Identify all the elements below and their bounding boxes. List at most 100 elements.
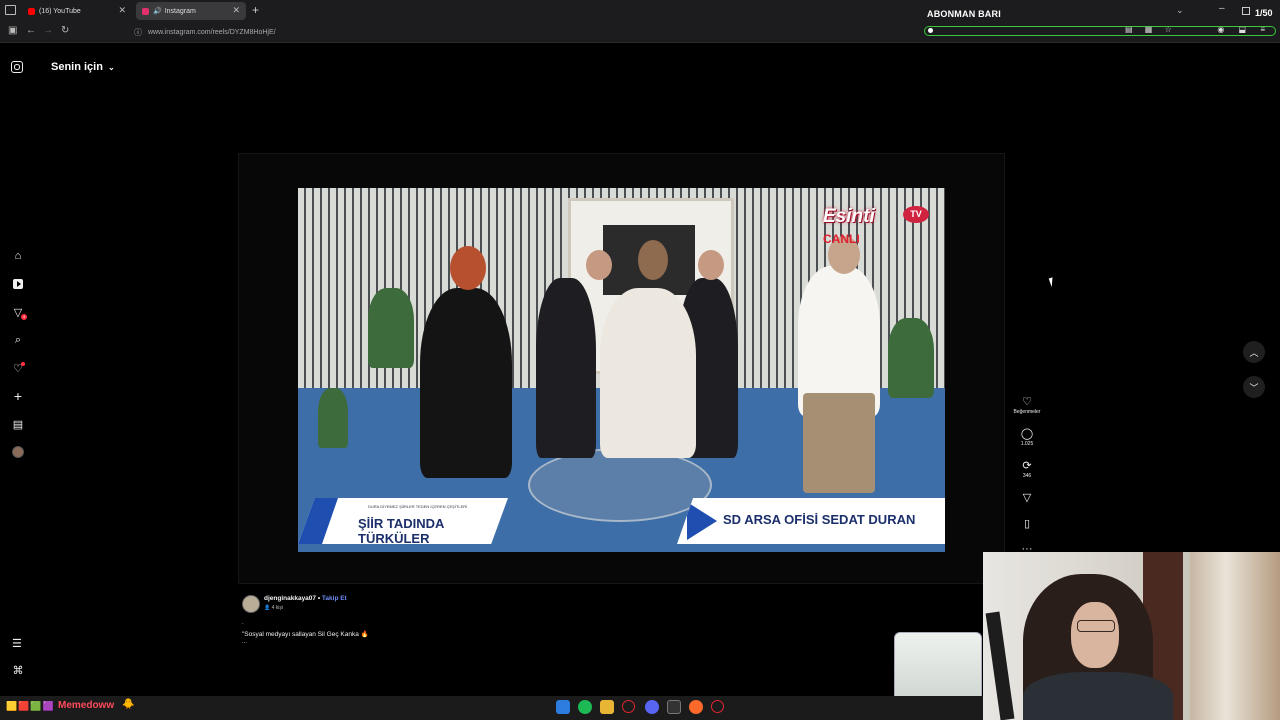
- chevron-up-icon: ︿: [1249, 347, 1259, 358]
- profile-avatar-icon[interactable]: [10, 444, 26, 460]
- audio-label: 4 kişi: [271, 605, 284, 611]
- dancer-white-dress: [600, 288, 696, 458]
- author-line: djenginakkaya07 • Takip Et: [264, 595, 347, 602]
- dancer: [536, 278, 596, 458]
- comment-count: 1.025: [1020, 441, 1034, 447]
- like-button[interactable]: ♡ Beğenmeler: [1010, 396, 1044, 415]
- repost-button[interactable]: ⟳ 346: [1016, 460, 1038, 479]
- reels-icon[interactable]: [10, 276, 26, 292]
- instagram-favicon-icon: [142, 7, 149, 15]
- file-explorer-icon[interactable]: [600, 700, 614, 714]
- tab-label: (16) YouTube: [39, 7, 81, 15]
- singer-head: [450, 246, 486, 290]
- threads-icon[interactable]: ⌘: [10, 662, 26, 678]
- dancer-head: [638, 240, 668, 280]
- plant: [888, 318, 934, 398]
- dancer-head: [698, 250, 724, 280]
- notification-dot: [21, 362, 25, 366]
- messages-icon[interactable]: ▽ 4: [10, 304, 27, 320]
- notification-badge: 4: [21, 314, 27, 320]
- notifications-icon[interactable]: ♡: [10, 360, 26, 376]
- firefox-icon[interactable]: [689, 700, 703, 714]
- dancer-trousers: [803, 393, 875, 493]
- audio-playing-icon[interactable]: 🔊: [153, 7, 162, 15]
- lower-third-arrow: [687, 502, 717, 540]
- search-icon[interactable]: ⌕: [10, 332, 26, 348]
- author-username[interactable]: djenginakkaya07: [264, 595, 316, 602]
- more-menu-icon[interactable]: ☰: [12, 637, 23, 650]
- instagram-logo-icon[interactable]: [11, 61, 23, 73]
- dashboard-icon[interactable]: ▤: [10, 416, 26, 432]
- reel-video[interactable]: Esinti TV CANLI DURA DİYEMEZ ŞİİRLER TED…: [298, 188, 945, 552]
- live-label: CANLI: [823, 232, 860, 246]
- forward-arrow-icon[interactable]: →: [43, 25, 53, 36]
- windows-start-icon[interactable]: [556, 700, 570, 714]
- post-caption: "Sosyal medyayı sallayan Sil Geç Kanka 🔥: [242, 631, 369, 638]
- previous-reel-button[interactable]: ︿: [1243, 341, 1265, 363]
- create-icon[interactable]: +: [10, 388, 26, 404]
- spotify-icon[interactable]: [578, 700, 592, 714]
- home-icon[interactable]: ⌂: [10, 248, 26, 264]
- repost-icon: ⟳: [1022, 460, 1032, 472]
- people-icon: 👤: [264, 605, 271, 611]
- lower-third-left: DURA DİYEMEZ ŞİİRLER TEDEN İÇEREN ÇEŞİTL…: [298, 498, 508, 544]
- webcam-overlay: [983, 552, 1280, 720]
- like-label: Beğenmeler: [1013, 409, 1041, 415]
- progress-indicator-dot: [928, 28, 933, 33]
- mouse-cursor-icon: [1048, 275, 1060, 288]
- channel-logo: Esinti TV CANLI: [815, 206, 935, 250]
- lower-third-sponsor: SD ARSA OFİSİ SEDAT DURAN: [723, 512, 916, 527]
- repost-count: 346: [1022, 473, 1032, 479]
- tab-youtube[interactable]: (16) YouTube ✕: [22, 2, 132, 20]
- chevron-down-icon[interactable]: ⌄: [1176, 5, 1184, 16]
- address-bar[interactable]: ⓘ www.instagram.com/reels/DYZM8HoHjE/: [134, 25, 914, 39]
- lower-third-subtitle: DURA DİYEMEZ ŞİİRLER TEDEN İÇEREN ÇEŞİTL…: [368, 504, 468, 509]
- sidebar-panel-icon[interactable]: ▣: [8, 25, 17, 36]
- abonman-label: ABONMAN BARI: [927, 9, 1001, 19]
- tab-instagram[interactable]: 🔊 Instagram ✕: [136, 2, 246, 20]
- sidebar-toggle-icon[interactable]: [5, 5, 16, 15]
- caption-more[interactable]: ...: [242, 639, 247, 645]
- chevron-down-icon: ﹀: [1249, 382, 1259, 393]
- feed-title: Senin için: [51, 61, 103, 73]
- maximize-window-icon[interactable]: [1242, 7, 1250, 15]
- plant: [368, 288, 414, 368]
- abonman-counter: 1/50: [1255, 8, 1273, 18]
- opera-gx-icon[interactable]: [711, 700, 724, 713]
- channel-logo-tv: TV: [903, 206, 929, 223]
- abonman-progress-bar: ▤ ▦ ☆ ◉ ⬓ ≡: [924, 25, 1276, 36]
- close-tab-icon[interactable]: ✕: [118, 5, 126, 16]
- new-tab-button[interactable]: +: [252, 3, 259, 17]
- follow-button[interactable]: Takip Et: [322, 595, 347, 602]
- reload-icon[interactable]: ↻: [61, 25, 69, 36]
- site-info-icon[interactable]: ⓘ: [134, 27, 142, 38]
- url-text: www.instagram.com/reels/DYZM8HoHjE/: [148, 28, 276, 36]
- singer: [420, 288, 512, 478]
- caption-prefix: .: [242, 620, 244, 626]
- feed-selector[interactable]: Senin için ⌄: [51, 61, 115, 73]
- lower-third-right: SD ARSA OFİSİ SEDAT DURAN: [677, 498, 945, 544]
- youtube-favicon-icon: [28, 7, 35, 15]
- share-button[interactable]: ▽: [1016, 492, 1038, 504]
- author-avatar[interactable]: [242, 595, 260, 613]
- back-arrow-icon[interactable]: ←: [26, 25, 36, 36]
- extension-icons[interactable]: ◉ ⬓ ≡: [1217, 25, 1271, 34]
- minimize-window-icon[interactable]: –: [1219, 3, 1225, 14]
- opera-icon[interactable]: [622, 700, 635, 713]
- avatar: [12, 446, 24, 458]
- discord-icon[interactable]: [645, 700, 659, 714]
- streamer-emoji: 🐥: [122, 699, 135, 710]
- terminal-icon[interactable]: [667, 700, 681, 714]
- plant: [318, 388, 348, 448]
- dancer-head: [586, 250, 612, 280]
- comment-icon: ◯: [1020, 428, 1034, 440]
- close-tab-icon[interactable]: ✕: [232, 5, 240, 16]
- save-button[interactable]: ▯: [1016, 518, 1038, 530]
- next-reel-button[interactable]: ﹀: [1243, 376, 1265, 398]
- comment-button[interactable]: ◯ 1.025: [1016, 428, 1038, 447]
- reader-icons[interactable]: ▤ ▦ ☆: [1125, 25, 1177, 34]
- tab-label: Instagram: [164, 7, 196, 15]
- audio-info[interactable]: 👤 4 kişi: [264, 605, 283, 611]
- streamer-name: Memedoww: [58, 700, 115, 711]
- heart-icon: ♡: [1022, 396, 1032, 408]
